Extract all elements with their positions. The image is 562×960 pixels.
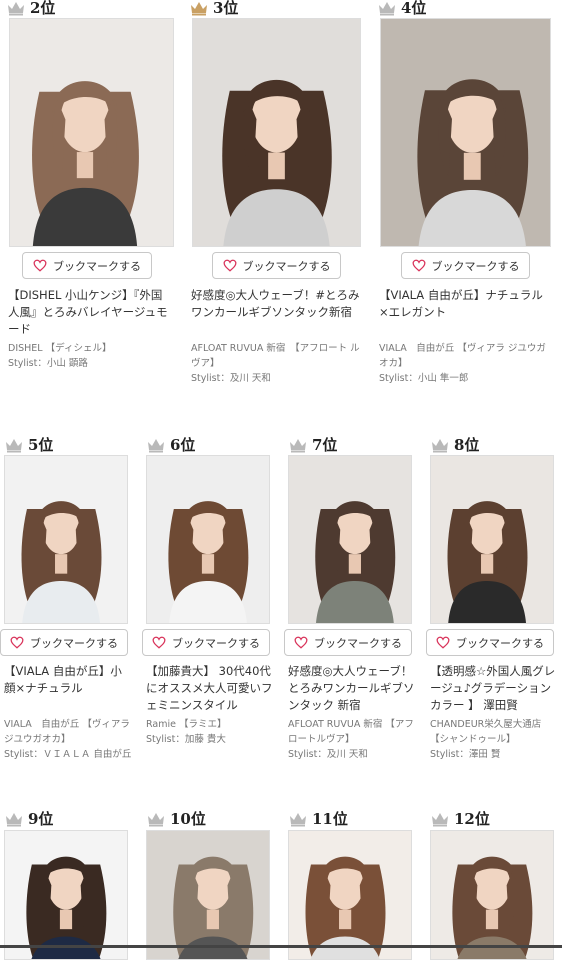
stylist-name[interactable]: Stylist：小山 隼一郎 bbox=[379, 371, 550, 386]
crown-icon bbox=[6, 439, 22, 453]
hair-photo[interactable] bbox=[9, 18, 174, 247]
rank-badge: 10位 bbox=[146, 805, 206, 827]
stylist-name[interactable]: Stylist：加藤 貴大 bbox=[146, 732, 274, 747]
style-title[interactable]: 【VIALA 自由が丘】ナチュラル×エレガント bbox=[379, 287, 550, 339]
crown-icon bbox=[148, 439, 164, 453]
crown-icon bbox=[432, 813, 448, 827]
style-title[interactable]: 【透明感☆外国人風グレージュ♪グラデーションカラー 】 澤田賢 bbox=[430, 663, 558, 715]
rank-label: 11位 bbox=[312, 810, 348, 828]
bookmark-label: ブックマークする bbox=[30, 636, 118, 650]
hair-photo[interactable] bbox=[380, 18, 551, 247]
hair-photo[interactable] bbox=[288, 455, 412, 624]
hair-photo[interactable] bbox=[146, 830, 270, 960]
bookmark-label: ブックマークする bbox=[172, 636, 260, 650]
rank-label: 4位 bbox=[401, 0, 427, 17]
rank-badge: 12位 bbox=[430, 805, 490, 827]
heart-icon bbox=[223, 259, 236, 272]
style-title[interactable]: 【VIALA 自由が丘】小顔×ナチュラル bbox=[4, 663, 132, 715]
hair-photo[interactable] bbox=[146, 455, 270, 624]
style-title[interactable]: 好感度◎大人ウェーブ！とろみワンカールギブソンタック 新宿 bbox=[288, 663, 416, 715]
rank-badge: 7位 bbox=[288, 431, 337, 453]
heart-icon bbox=[436, 636, 450, 649]
crown-icon bbox=[432, 439, 448, 453]
style-title[interactable]: 【DISHEL 小山ケンジ】『外国人風』とろみバレイヤージュモード bbox=[8, 287, 173, 339]
crown-icon bbox=[191, 2, 207, 16]
stylist-name[interactable]: Stylist：及川 天和 bbox=[191, 371, 360, 386]
hair-photo-graphic bbox=[289, 831, 411, 959]
rank-badge: 3位 bbox=[189, 0, 238, 16]
crown-icon bbox=[148, 813, 164, 827]
rank-label: 9位 bbox=[28, 810, 54, 828]
salon-name[interactable]: DISHEL 【ディシェル】 bbox=[8, 341, 173, 356]
rank-label: 6位 bbox=[170, 436, 196, 454]
hair-photo-graphic bbox=[147, 831, 269, 959]
bookmark-button[interactable]: ブックマークする bbox=[401, 252, 530, 279]
heart-icon bbox=[412, 259, 425, 272]
rank-label: 8位 bbox=[454, 436, 480, 454]
rank-label: 5位 bbox=[28, 436, 54, 454]
rank-label: 7位 bbox=[312, 436, 338, 454]
stylist-name[interactable]: Stylist：澤田 賢 bbox=[430, 747, 558, 762]
heart-icon bbox=[294, 636, 308, 649]
hair-photo-graphic bbox=[431, 456, 553, 623]
crown-icon bbox=[6, 813, 22, 827]
stylist-name[interactable]: Stylist：小山 顕路 bbox=[8, 356, 173, 371]
salon-name[interactable]: AFLOAT RUVUA 新宿 【アフロートルヴア】 bbox=[288, 717, 416, 747]
hair-photo-graphic bbox=[193, 19, 360, 246]
hair-photo-graphic bbox=[5, 456, 127, 623]
crown-icon bbox=[8, 2, 24, 16]
bookmark-button[interactable]: ブックマークする bbox=[0, 629, 128, 656]
bookmark-label: ブックマークする bbox=[314, 636, 402, 650]
hair-photo-graphic bbox=[5, 831, 127, 959]
hair-photo[interactable] bbox=[430, 455, 554, 624]
crown-icon bbox=[290, 439, 306, 453]
hair-photo-graphic bbox=[381, 19, 550, 246]
bookmark-button[interactable]: ブックマークする bbox=[284, 629, 412, 656]
bookmark-button[interactable]: ブックマークする bbox=[426, 629, 554, 656]
stylist-name[interactable]: Stylist：ＶＩＡＬＡ 自由が丘 bbox=[4, 747, 132, 762]
salon-name[interactable]: AFLOAT RUVUA 新宿 【アフロート ルヴア】 bbox=[191, 341, 360, 371]
style-title[interactable]: 好感度◎大人ウェーブ！#とろみワンカールギブソンタック新宿 bbox=[191, 287, 360, 339]
bookmark-button[interactable]: ブックマークする bbox=[212, 252, 341, 279]
bookmark-label: ブックマークする bbox=[456, 636, 544, 650]
hair-photo[interactable] bbox=[192, 18, 361, 247]
rank-label: 3位 bbox=[213, 0, 239, 17]
bookmark-label: ブックマークする bbox=[431, 259, 520, 273]
heart-icon bbox=[10, 636, 24, 649]
bookmark-button[interactable]: ブックマークする bbox=[22, 252, 152, 279]
rank-badge: 8位 bbox=[430, 431, 479, 453]
rank-badge: 9位 bbox=[4, 805, 53, 827]
hair-photo[interactable] bbox=[288, 830, 412, 960]
rank-badge: 2位 bbox=[6, 0, 55, 16]
rank-badge: 6位 bbox=[146, 431, 195, 453]
crown-icon bbox=[290, 813, 306, 827]
hair-photo-graphic bbox=[147, 456, 269, 623]
salon-name[interactable]: Ramie 【ラミエ】 bbox=[146, 717, 274, 732]
stylist-name[interactable]: Stylist：及川 天和 bbox=[288, 747, 416, 762]
hair-photo[interactable] bbox=[4, 830, 128, 960]
hair-photo[interactable] bbox=[430, 830, 554, 960]
rank-label: 10位 bbox=[170, 810, 206, 828]
hair-photo-graphic bbox=[289, 456, 411, 623]
rank-badge: 5位 bbox=[4, 431, 53, 453]
bookmark-label: ブックマークする bbox=[53, 259, 141, 273]
hair-photo-graphic bbox=[10, 19, 173, 246]
heart-icon bbox=[152, 636, 166, 649]
heart-icon bbox=[33, 259, 47, 272]
bookmark-button[interactable]: ブックマークする bbox=[142, 629, 270, 656]
hair-photo-graphic bbox=[431, 831, 553, 959]
salon-name[interactable]: VIALA 自由が丘 【ヴィアラ ジユウガオカ】 bbox=[379, 341, 550, 371]
crown-icon bbox=[379, 2, 395, 16]
rank-badge: 4位 bbox=[377, 0, 426, 16]
bookmark-label: ブックマークする bbox=[242, 259, 331, 273]
salon-name[interactable]: VIALA 自由が丘 【ヴィアラ ジユウガオカ】 bbox=[4, 717, 132, 747]
rank-label: 12位 bbox=[454, 810, 490, 828]
salon-name[interactable]: CHANDEUR栄久屋大通店 【シャンドゥール】 bbox=[430, 717, 558, 747]
rank-badge: 11位 bbox=[288, 805, 348, 827]
hair-photo[interactable] bbox=[4, 455, 128, 624]
rank-label: 2位 bbox=[30, 0, 56, 17]
style-title[interactable]: 【加藤貴大】 30代40代にオススメ大人可愛いフェミニンスタイル bbox=[146, 663, 274, 715]
